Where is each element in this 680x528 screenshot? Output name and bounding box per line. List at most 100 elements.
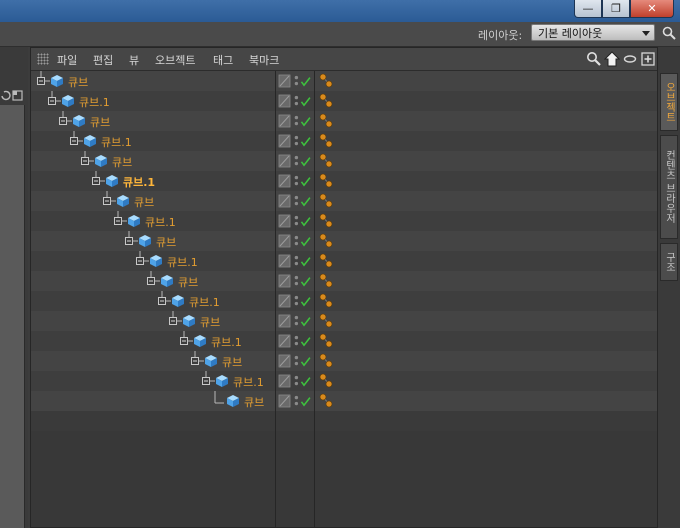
tree-collapse-icon[interactable] — [102, 191, 116, 211]
tab-content-browser[interactable]: 컨텐츠 브라우저 — [660, 135, 678, 239]
visibility-toggle-icon[interactable] — [293, 333, 315, 349]
tree-row[interactable]: 큐브 — [31, 391, 657, 411]
column-divider[interactable] — [314, 71, 315, 527]
object-tree-empty-area[interactable] — [31, 431, 657, 527]
object-name[interactable]: 큐브.1 — [189, 294, 220, 310]
tree-row[interactable]: 큐브.1 — [31, 171, 657, 191]
phong-tag-icon[interactable] — [319, 333, 333, 349]
phong-tag-icon[interactable] — [319, 133, 333, 149]
tree-collapse-icon[interactable] — [91, 171, 105, 191]
chain-icon[interactable] — [622, 51, 638, 67]
tree-row[interactable]: 큐브.1 — [31, 331, 657, 351]
object-name[interactable]: 큐브.1 — [167, 254, 198, 270]
menu-edit[interactable]: 편집 — [93, 52, 113, 68]
phong-tag-icon[interactable] — [319, 293, 333, 309]
visibility-toggle-icon[interactable] — [293, 173, 315, 189]
visibility-toggle-icon[interactable] — [293, 253, 315, 269]
tree-collapse-icon[interactable] — [80, 151, 94, 171]
tree-row[interactable]: 큐브 — [31, 151, 657, 171]
visibility-toggle-icon[interactable] — [293, 393, 315, 409]
tree-collapse-icon[interactable] — [179, 331, 193, 351]
visibility-toggle-icon[interactable] — [293, 233, 315, 249]
phong-tag-icon[interactable] — [319, 93, 333, 109]
home-icon[interactable] — [604, 51, 620, 67]
visibility-toggle-icon[interactable] — [293, 353, 315, 369]
object-name[interactable]: 큐브 — [222, 354, 242, 370]
minimize-button[interactable]: — — [574, 0, 602, 18]
new-panel-icon[interactable] — [640, 51, 656, 67]
visibility-toggle-icon[interactable] — [293, 93, 315, 109]
visibility-toggle-icon[interactable] — [293, 113, 315, 129]
object-name[interactable]: 큐브 — [178, 274, 198, 290]
tree-row[interactable]: 큐브 — [31, 271, 657, 291]
phong-tag-icon[interactable] — [319, 153, 333, 169]
tree-row[interactable]: 큐브.1 — [31, 291, 657, 311]
tree-row[interactable]: 큐브.1 — [31, 211, 657, 231]
menu-view[interactable]: 뷰 — [129, 52, 139, 68]
menu-tags[interactable]: 태그 — [213, 52, 233, 68]
visibility-toggle-icon[interactable] — [293, 313, 315, 329]
phong-tag-icon[interactable] — [319, 113, 333, 129]
object-name[interactable]: 큐브 — [134, 194, 154, 210]
tree-collapse-icon[interactable] — [135, 251, 149, 271]
tab-structure[interactable]: 구조 — [660, 243, 678, 281]
phong-tag-icon[interactable] — [319, 373, 333, 389]
object-name[interactable]: 큐브 — [200, 314, 220, 330]
phong-tag-icon[interactable] — [319, 73, 333, 89]
visibility-toggle-icon[interactable] — [293, 133, 315, 149]
frame-icon[interactable] — [12, 90, 23, 101]
visibility-toggle-icon[interactable] — [293, 293, 315, 309]
tree-collapse-icon[interactable] — [47, 91, 61, 111]
tree-collapse-icon[interactable] — [146, 271, 160, 291]
layout-select[interactable]: 기본 레이아웃 — [531, 24, 655, 41]
object-name[interactable]: 큐브 — [68, 74, 88, 90]
tree-collapse-icon[interactable] — [69, 131, 83, 151]
object-name[interactable]: 큐브.1 — [79, 94, 110, 110]
object-name[interactable]: 큐브.1 — [145, 214, 176, 230]
maximize-button[interactable]: ❐ — [602, 0, 630, 18]
phong-tag-icon[interactable] — [319, 173, 333, 189]
object-name[interactable]: 큐브 — [156, 234, 176, 250]
phong-tag-icon[interactable] — [319, 213, 333, 229]
object-name[interactable]: 큐브.1 — [211, 334, 242, 350]
menu-objects[interactable]: 오브젝트 — [155, 52, 195, 68]
object-name[interactable]: 큐브.1 — [101, 134, 132, 150]
close-button[interactable]: ✕ — [630, 0, 674, 18]
phong-tag-icon[interactable] — [319, 193, 333, 209]
tree-collapse-icon[interactable] — [36, 71, 50, 91]
visibility-toggle-icon[interactable] — [293, 213, 315, 229]
tree-row[interactable]: 큐브.1 — [31, 91, 657, 111]
visibility-toggle-icon[interactable] — [293, 193, 315, 209]
tree-row[interactable]: 큐브 — [31, 111, 657, 131]
tree-row[interactable]: 큐브 — [31, 351, 657, 371]
visibility-toggle-icon[interactable] — [293, 273, 315, 289]
object-name[interactable]: 큐브.1 — [123, 174, 155, 190]
tree-row[interactable]: 큐브.1 — [31, 371, 657, 391]
phong-tag-icon[interactable] — [319, 273, 333, 289]
tree-collapse-icon[interactable] — [201, 371, 215, 391]
search-icon[interactable] — [662, 26, 676, 40]
menu-bookmarks[interactable]: 북마크 — [249, 52, 279, 68]
menu-file[interactable]: 파일 — [57, 52, 77, 68]
object-name[interactable]: 큐브 — [90, 114, 110, 130]
column-divider[interactable] — [275, 71, 276, 527]
tree-collapse-icon[interactable] — [168, 311, 182, 331]
phong-tag-icon[interactable] — [319, 253, 333, 269]
object-name[interactable]: 큐브 — [112, 154, 132, 170]
panel-grip-icon[interactable] — [37, 53, 49, 65]
tree-collapse-icon[interactable] — [190, 351, 204, 371]
visibility-toggle-icon[interactable] — [293, 73, 315, 89]
tree-row[interactable]: 큐브 — [31, 71, 657, 91]
tree-row[interactable]: 큐브.1 — [31, 251, 657, 271]
tree-collapse-icon[interactable] — [58, 111, 72, 131]
phong-tag-icon[interactable] — [319, 313, 333, 329]
object-name[interactable]: 큐브 — [244, 394, 264, 410]
tree-collapse-icon[interactable] — [113, 211, 127, 231]
visibility-toggle-icon[interactable] — [293, 373, 315, 389]
visibility-toggle-icon[interactable] — [293, 153, 315, 169]
phong-tag-icon[interactable] — [319, 393, 333, 409]
tree-row[interactable]: 큐브 — [31, 191, 657, 211]
tree-row[interactable]: 큐브 — [31, 311, 657, 331]
phong-tag-icon[interactable] — [319, 233, 333, 249]
tree-row[interactable]: 큐브.1 — [31, 131, 657, 151]
